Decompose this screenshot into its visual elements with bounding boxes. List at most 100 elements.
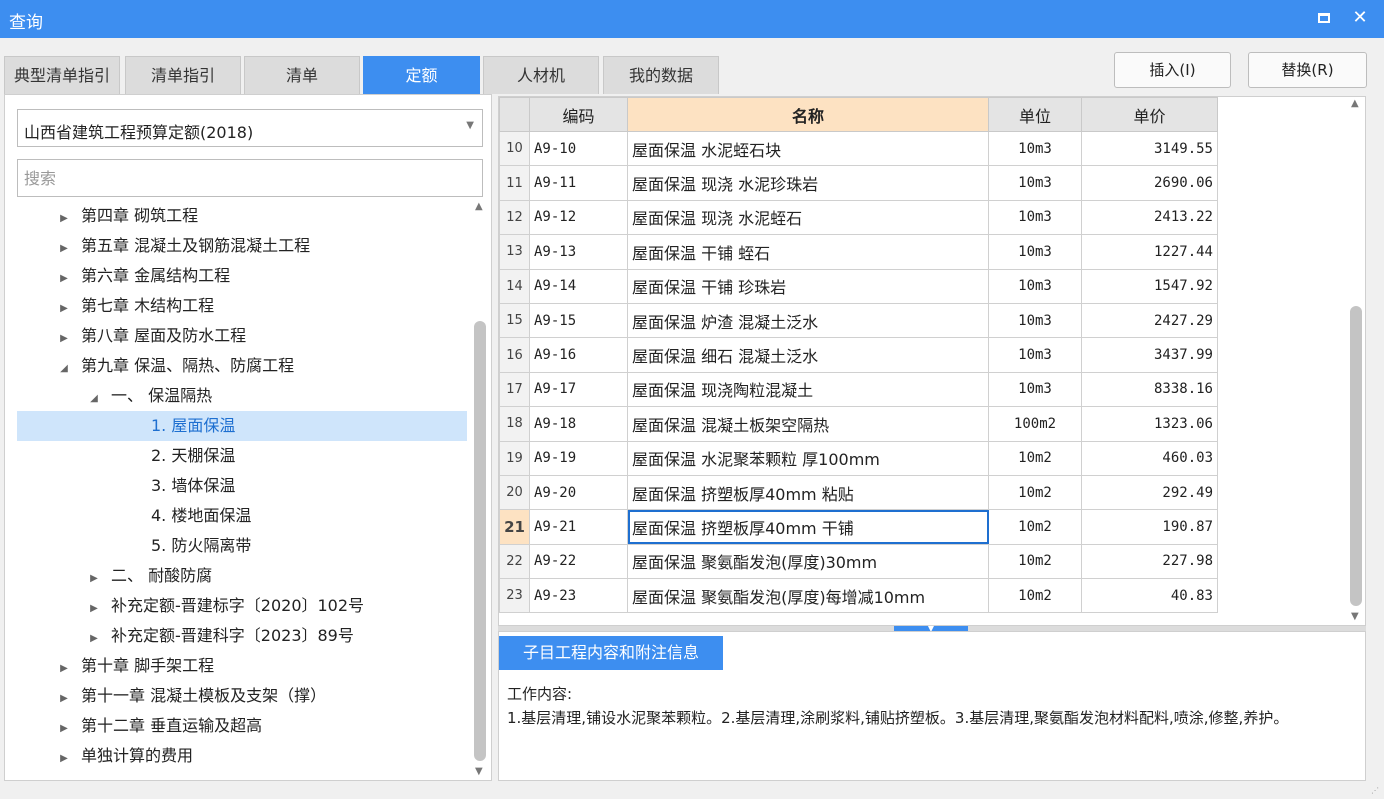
cell-price[interactable]: 2690.06 [1081, 165, 1218, 201]
cell-code[interactable]: A9-20 [529, 474, 628, 511]
cell-name[interactable]: 屋面保温 挤塑板厚40mm 干铺 [627, 509, 989, 545]
column-header-name[interactable]: 名称 [627, 97, 989, 132]
table-row[interactable]: 15 A9-15 屋面保温 炉渣 混凝土泛水 10m3 2427.29 [499, 302, 1218, 339]
cell-price[interactable]: 1323.06 [1081, 406, 1218, 442]
tab-quota[interactable]: 定额 [363, 56, 480, 94]
tab-bill[interactable]: 清单 [244, 56, 360, 94]
cell-price[interactable]: 40.83 [1081, 578, 1218, 614]
cell-price[interactable]: 3437.99 [1081, 337, 1218, 373]
cell-code[interactable]: A9-10 [529, 130, 628, 167]
cell-code[interactable]: A9-16 [529, 337, 628, 373]
row-number[interactable]: 20 [499, 474, 530, 511]
expand-icon[interactable]: ▶ [57, 324, 71, 354]
expand-icon[interactable]: ▶ [87, 594, 101, 624]
scroll-up-icon[interactable]: ▲ [475, 201, 483, 212]
cell-unit[interactable]: 100m2 [988, 406, 1082, 442]
expand-icon[interactable]: ▶ [57, 234, 71, 264]
table-row[interactable]: 10 A9-10 屋面保温 水泥蛭石块 10m3 3149.55 [499, 130, 1218, 167]
cell-unit[interactable]: 10m2 [988, 543, 1082, 580]
cell-price[interactable]: 3149.55 [1081, 130, 1218, 167]
cell-unit[interactable]: 10m3 [988, 234, 1082, 270]
tree-node[interactable]: 4. 楼地面保温 [17, 501, 467, 531]
tree-node[interactable]: ◢ 第九章 保温、隔热、防腐工程 [17, 351, 467, 381]
cell-name[interactable]: 屋面保温 水泥蛭石块 [627, 130, 989, 167]
tree-node[interactable]: 5. 防火隔离带 [17, 531, 467, 561]
expand-icon[interactable]: ▶ [57, 744, 71, 774]
table-row[interactable]: 23 A9-23 屋面保温 聚氨酯发泡(厚度)每增减10mm 10m2 40.83 [499, 578, 1218, 614]
cell-name[interactable]: 屋面保温 挤塑板厚40mm 粘贴 [627, 474, 989, 511]
table-row[interactable]: 17 A9-17 屋面保温 现浇陶粒混凝土 10m3 8338.16 [499, 371, 1218, 408]
expand-icon[interactable]: ▶ [57, 204, 71, 234]
tree-node[interactable]: ▶ 第五章 混凝土及钢筋混凝土工程 [17, 231, 467, 261]
cell-name[interactable]: 屋面保温 现浇陶粒混凝土 [627, 371, 989, 408]
scrollbar-thumb[interactable] [1350, 306, 1362, 606]
tree-node[interactable]: ▶ 第八章 屋面及防水工程 [17, 321, 467, 351]
cell-name[interactable]: 屋面保温 炉渣 混凝土泛水 [627, 302, 989, 339]
cell-price[interactable]: 2427.29 [1081, 302, 1218, 339]
table-row[interactable]: 13 A9-13 屋面保温 干铺 蛭石 10m3 1227.44 [499, 234, 1218, 270]
cell-code[interactable]: A9-21 [529, 509, 628, 545]
cell-unit[interactable]: 10m3 [988, 302, 1082, 339]
row-number[interactable]: 21 [499, 509, 530, 545]
scrollbar-thumb[interactable] [474, 321, 486, 761]
tab-typical-bill-guide[interactable]: 典型清单指引 [4, 56, 120, 94]
tab-labor-material-machine[interactable]: 人材机 [483, 56, 599, 94]
resize-grip-icon[interactable]: ⋰ [1371, 786, 1381, 796]
row-number[interactable]: 18 [499, 406, 530, 442]
tree-node[interactable]: ▶ 二、 耐酸防腐 [17, 561, 467, 591]
cell-name[interactable]: 屋面保温 聚氨酯发泡(厚度)每增减10mm [627, 578, 989, 614]
cell-name[interactable]: 屋面保温 干铺 蛭石 [627, 234, 989, 270]
row-number[interactable]: 16 [499, 337, 530, 373]
tree-node[interactable]: ▶ 补充定额-晋建标字〔2020〕102号 [17, 591, 467, 621]
expand-icon[interactable]: ▶ [57, 264, 71, 294]
cell-code[interactable]: A9-11 [529, 165, 628, 201]
scroll-down-icon[interactable]: ▼ [475, 766, 483, 777]
cell-code[interactable]: A9-14 [529, 268, 628, 304]
scroll-up-icon[interactable]: ▲ [1351, 98, 1359, 109]
cell-price[interactable]: 8338.16 [1081, 371, 1218, 408]
tree-node[interactable]: 1. 屋面保温 [17, 411, 467, 441]
cell-name[interactable]: 屋面保温 现浇 水泥珍珠岩 [627, 165, 989, 201]
column-header-unit[interactable]: 单位 [988, 97, 1082, 132]
maximize-icon[interactable] [1312, 6, 1336, 30]
cell-price[interactable]: 292.49 [1081, 474, 1218, 511]
cell-unit[interactable]: 10m3 [988, 165, 1082, 201]
cell-unit[interactable]: 10m2 [988, 509, 1082, 545]
collapse-icon[interactable]: ◢ [87, 384, 101, 414]
tab-bill-guide[interactable]: 清单指引 [125, 56, 241, 94]
tree-node[interactable]: ▶ 单独计算的费用 [17, 741, 467, 771]
row-number[interactable]: 10 [499, 130, 530, 167]
close-icon[interactable]: ✕ [1348, 6, 1372, 30]
table-row[interactable]: 12 A9-12 屋面保温 现浇 水泥蛭石 10m3 2413.22 [499, 199, 1218, 236]
table-row[interactable]: 20 A9-20 屋面保温 挤塑板厚40mm 粘贴 10m2 292.49 [499, 474, 1218, 511]
cell-code[interactable]: A9-15 [529, 302, 628, 339]
expand-icon[interactable]: ▶ [57, 294, 71, 324]
cell-code[interactable]: A9-18 [529, 406, 628, 442]
row-number[interactable]: 13 [499, 234, 530, 270]
cell-name[interactable]: 屋面保温 混凝土板架空隔热 [627, 406, 989, 442]
row-number[interactable]: 17 [499, 371, 530, 408]
table-row[interactable]: 11 A9-11 屋面保温 现浇 水泥珍珠岩 10m3 2690.06 [499, 165, 1218, 201]
tree-node[interactable]: ▶ 第六章 金属结构工程 [17, 261, 467, 291]
cell-name[interactable]: 屋面保温 细石 混凝土泛水 [627, 337, 989, 373]
tree-node[interactable]: ▶ 第十章 脚手架工程 [17, 651, 467, 681]
cell-unit[interactable]: 10m2 [988, 578, 1082, 614]
replace-button[interactable]: 替换(R) [1248, 52, 1367, 88]
expand-icon[interactable]: ▶ [57, 684, 71, 714]
cell-unit[interactable]: 10m3 [988, 371, 1082, 408]
cell-name[interactable]: 屋面保温 干铺 珍珠岩 [627, 268, 989, 304]
collapse-icon[interactable]: ◢ [57, 354, 71, 384]
grid-scrollbar[interactable]: ▲ ▼ [1346, 96, 1366, 626]
row-number[interactable]: 23 [499, 578, 530, 614]
cell-code[interactable]: A9-12 [529, 199, 628, 236]
cell-unit[interactable]: 10m2 [988, 440, 1082, 476]
cell-code[interactable]: A9-19 [529, 440, 628, 476]
tree-node[interactable]: ▶ 第十二章 垂直运输及超高 [17, 711, 467, 741]
tree-node[interactable]: ▶ 第四章 砌筑工程 [17, 201, 467, 231]
column-header-price[interactable]: 单价 [1081, 97, 1218, 132]
cell-price[interactable]: 460.03 [1081, 440, 1218, 476]
cell-price[interactable]: 190.87 [1081, 509, 1218, 545]
expand-icon[interactable]: ▶ [57, 714, 71, 744]
cell-price[interactable]: 1547.92 [1081, 268, 1218, 304]
cell-unit[interactable]: 10m3 [988, 268, 1082, 304]
